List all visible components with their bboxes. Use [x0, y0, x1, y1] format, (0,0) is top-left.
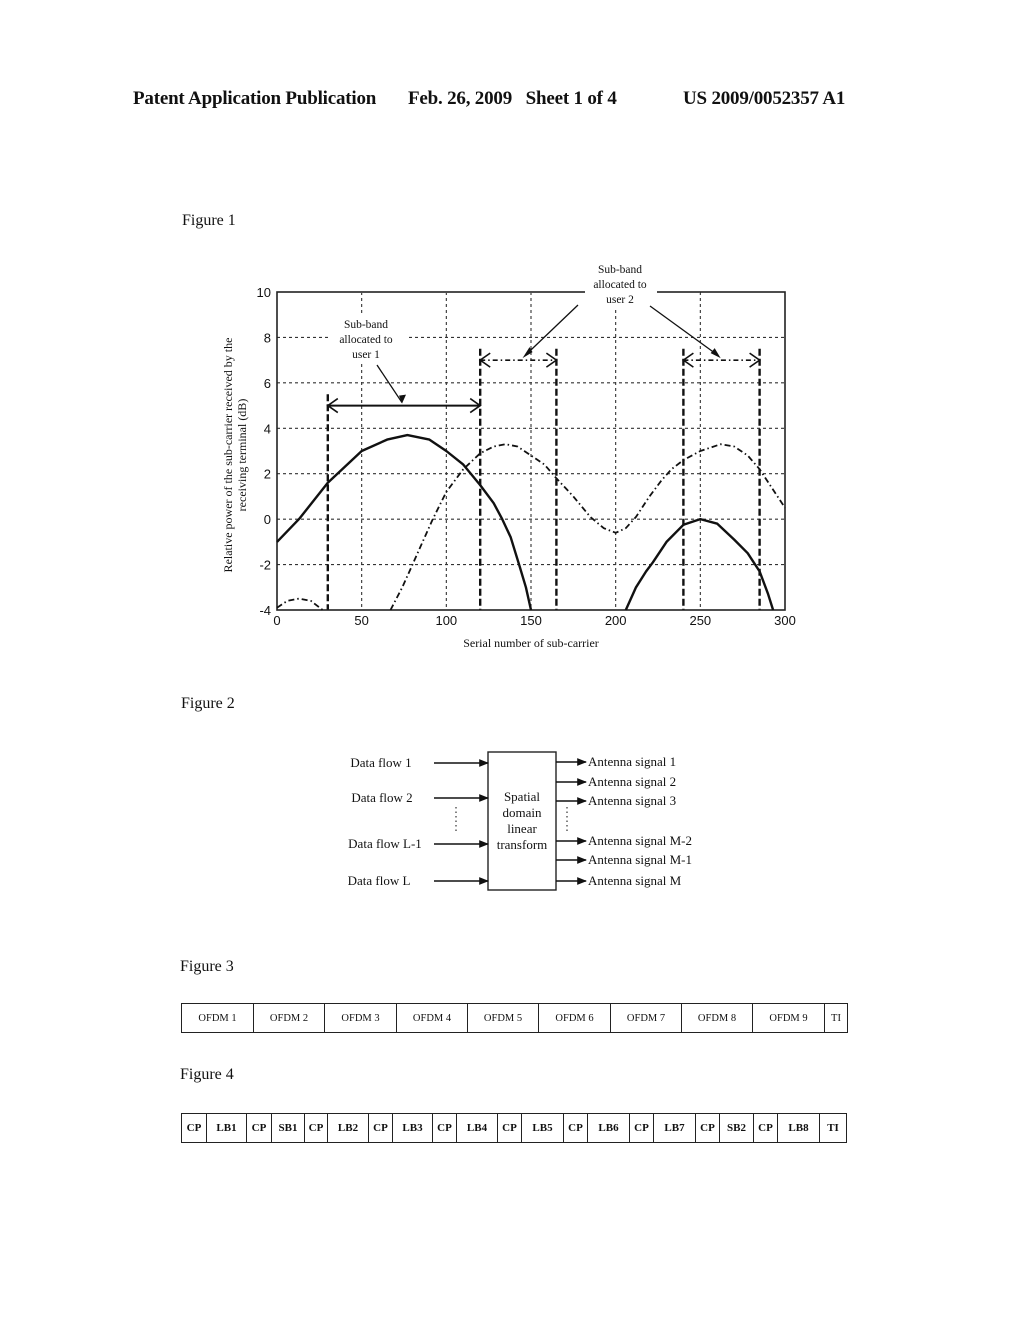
block-cell: SB2	[720, 1114, 754, 1142]
data-flow-input: Data flow L	[348, 873, 489, 888]
y-tick-label: 6	[264, 376, 271, 391]
block-cell: TI	[827, 1122, 839, 1134]
block-cell: LB8	[778, 1114, 820, 1142]
x-tick-label: 300	[774, 613, 796, 628]
x-tick-label: 200	[605, 613, 627, 628]
svg-text:Sub-band: Sub-band	[598, 264, 642, 276]
antenna-signal-label: Antenna signal 2	[588, 774, 676, 789]
block-cell: LB5	[522, 1114, 564, 1142]
antenna-signal-label: Antenna signal M-1	[588, 852, 692, 867]
antenna-signal-label: Antenna signal M	[588, 873, 682, 888]
block-label-line: domain	[503, 805, 542, 820]
y-axis-label: Relative power of the sub-carrier receiv…	[221, 338, 249, 573]
data-flow-input: Data flow 2	[351, 790, 489, 805]
x-tick-label: 150	[520, 613, 542, 628]
antenna-signal-output: Antenna signal 1	[556, 754, 676, 769]
data-flow-label: Data flow 2	[351, 790, 412, 805]
antenna-signal-label: Antenna signal 1	[588, 754, 676, 769]
data-flow-label: Data flow 1	[350, 755, 411, 770]
ofdm-cell: OFDM 7	[611, 1004, 682, 1032]
svg-text:allocated to: allocated to	[339, 334, 393, 346]
block-label-line: Spatial	[504, 789, 540, 804]
y-tick-label: -2	[259, 558, 271, 573]
annotation-user-1: Sub-band allocated to user 1	[330, 316, 406, 404]
y-tick-label: -4	[259, 603, 271, 618]
series-dashdot-line	[389, 443, 786, 611]
cp-cell: CP	[247, 1114, 272, 1142]
ofdm-cell: OFDM 8	[682, 1004, 753, 1032]
antenna-signal-output: Antenna signal M	[556, 873, 682, 888]
block-cell: LB4	[457, 1114, 498, 1142]
data-flow-label: Data flow L	[348, 873, 411, 888]
block-label-line: transform	[497, 837, 548, 852]
block-cell: LB7	[654, 1114, 696, 1142]
x-tick-label: 0	[273, 613, 280, 628]
antenna-signal-output: Antenna signal M-1	[556, 852, 692, 867]
ofdm-cell: OFDM 5	[468, 1004, 539, 1032]
annotation-user-2: Sub-band allocated to user 2	[522, 262, 721, 359]
data-flow-inputs: Data flow 1 Data flow 2 Data flow L-1 Data …	[348, 755, 489, 888]
band-arrow-user-2	[478, 352, 558, 368]
antenna-signal-output: Antenna signal M-2	[556, 833, 692, 848]
cp-cell: CP	[305, 1114, 328, 1142]
block-cell: LB1	[207, 1114, 247, 1142]
x-axis-label: Serial number of sub-carrier	[463, 636, 599, 650]
cp-cell: CP	[433, 1114, 457, 1142]
y-tick-label: 8	[264, 330, 271, 345]
cp-cell: CP	[696, 1114, 720, 1142]
cp-cell: CP	[754, 1114, 778, 1142]
y-tick-label: 2	[264, 467, 271, 482]
band-arrow-user-2	[682, 352, 761, 368]
figure-2-diagram: Spatialdomainlineartransform Data flow 1…	[348, 751, 692, 891]
block-cell: SB1	[272, 1114, 305, 1142]
data-flow-input: Data flow L-1	[348, 836, 489, 851]
ofdm-cell: OFDM 2	[254, 1004, 325, 1032]
cp-cell: CP	[369, 1114, 393, 1142]
data-flow-label: Data flow L-1	[348, 836, 422, 851]
svg-text:user 1: user 1	[352, 349, 380, 361]
band-arrow-user-1	[326, 397, 482, 414]
cp-cell: CP	[182, 1114, 207, 1142]
figure-1-chart: 0 50 100 150 200 250 300 -4 -2 0 2 4 6 8 10 Sub-band al…	[221, 262, 796, 650]
svg-text:Sub-band: Sub-band	[344, 319, 388, 331]
figure-2-label: Figure 2	[181, 695, 235, 712]
y-tick-label: 10	[257, 285, 271, 300]
figure-3-label: Figure 3	[180, 958, 234, 975]
figure-4-frame-structure: CP LB1 CP SB1 CP LB2 CP LB3 CP LB4 CP LB5 CP LB6 CP LB7…	[181, 1113, 847, 1143]
cp-cell: CP	[498, 1114, 522, 1142]
ofdm-cell: OFDM 9	[753, 1004, 825, 1032]
block-label-line: linear	[507, 821, 537, 836]
block-cell: LB6	[588, 1114, 630, 1142]
block-cell: LB3	[393, 1114, 433, 1142]
antenna-signal-output: Antenna signal 2	[556, 774, 676, 789]
ofdm-cell: OFDM 1	[182, 1004, 254, 1032]
series-dashdot-line	[276, 597, 324, 611]
y-tick-label: 4	[264, 421, 271, 436]
ofdm-cell: OFDM 4	[397, 1004, 468, 1032]
antenna-signal-label: Antenna signal M-2	[588, 833, 692, 848]
data-flow-input: Data flow 1	[350, 755, 489, 770]
figure-3-frame-structure: OFDM 1 OFDM 2 OFDM 3 OFDM 4 OFDM 5 OFDM 6 OFDM…	[181, 1003, 848, 1033]
svg-text:user 2: user 2	[606, 294, 634, 306]
cp-cell: CP	[630, 1114, 654, 1142]
block-cell: LB2	[328, 1114, 369, 1142]
antenna-signal-output: Antenna signal 3	[556, 793, 676, 808]
ofdm-cell: OFDM 3	[325, 1004, 397, 1032]
x-tick-label: 50	[354, 613, 368, 628]
svg-text:allocated to: allocated to	[593, 279, 647, 291]
ofdm-cell: OFDM 6	[539, 1004, 611, 1032]
y-tick-label: 0	[264, 512, 271, 527]
cp-cell: CP	[564, 1114, 588, 1142]
antenna-signal-label: Antenna signal 3	[588, 793, 676, 808]
x-tick-label: 250	[689, 613, 711, 628]
x-tick-label: 100	[435, 613, 457, 628]
ofdm-cell: TI	[831, 1012, 841, 1024]
figure-4-label: Figure 4	[180, 1066, 234, 1083]
antenna-signal-outputs: Antenna signal 1 Antenna signal 2 Antenna …	[556, 754, 692, 888]
